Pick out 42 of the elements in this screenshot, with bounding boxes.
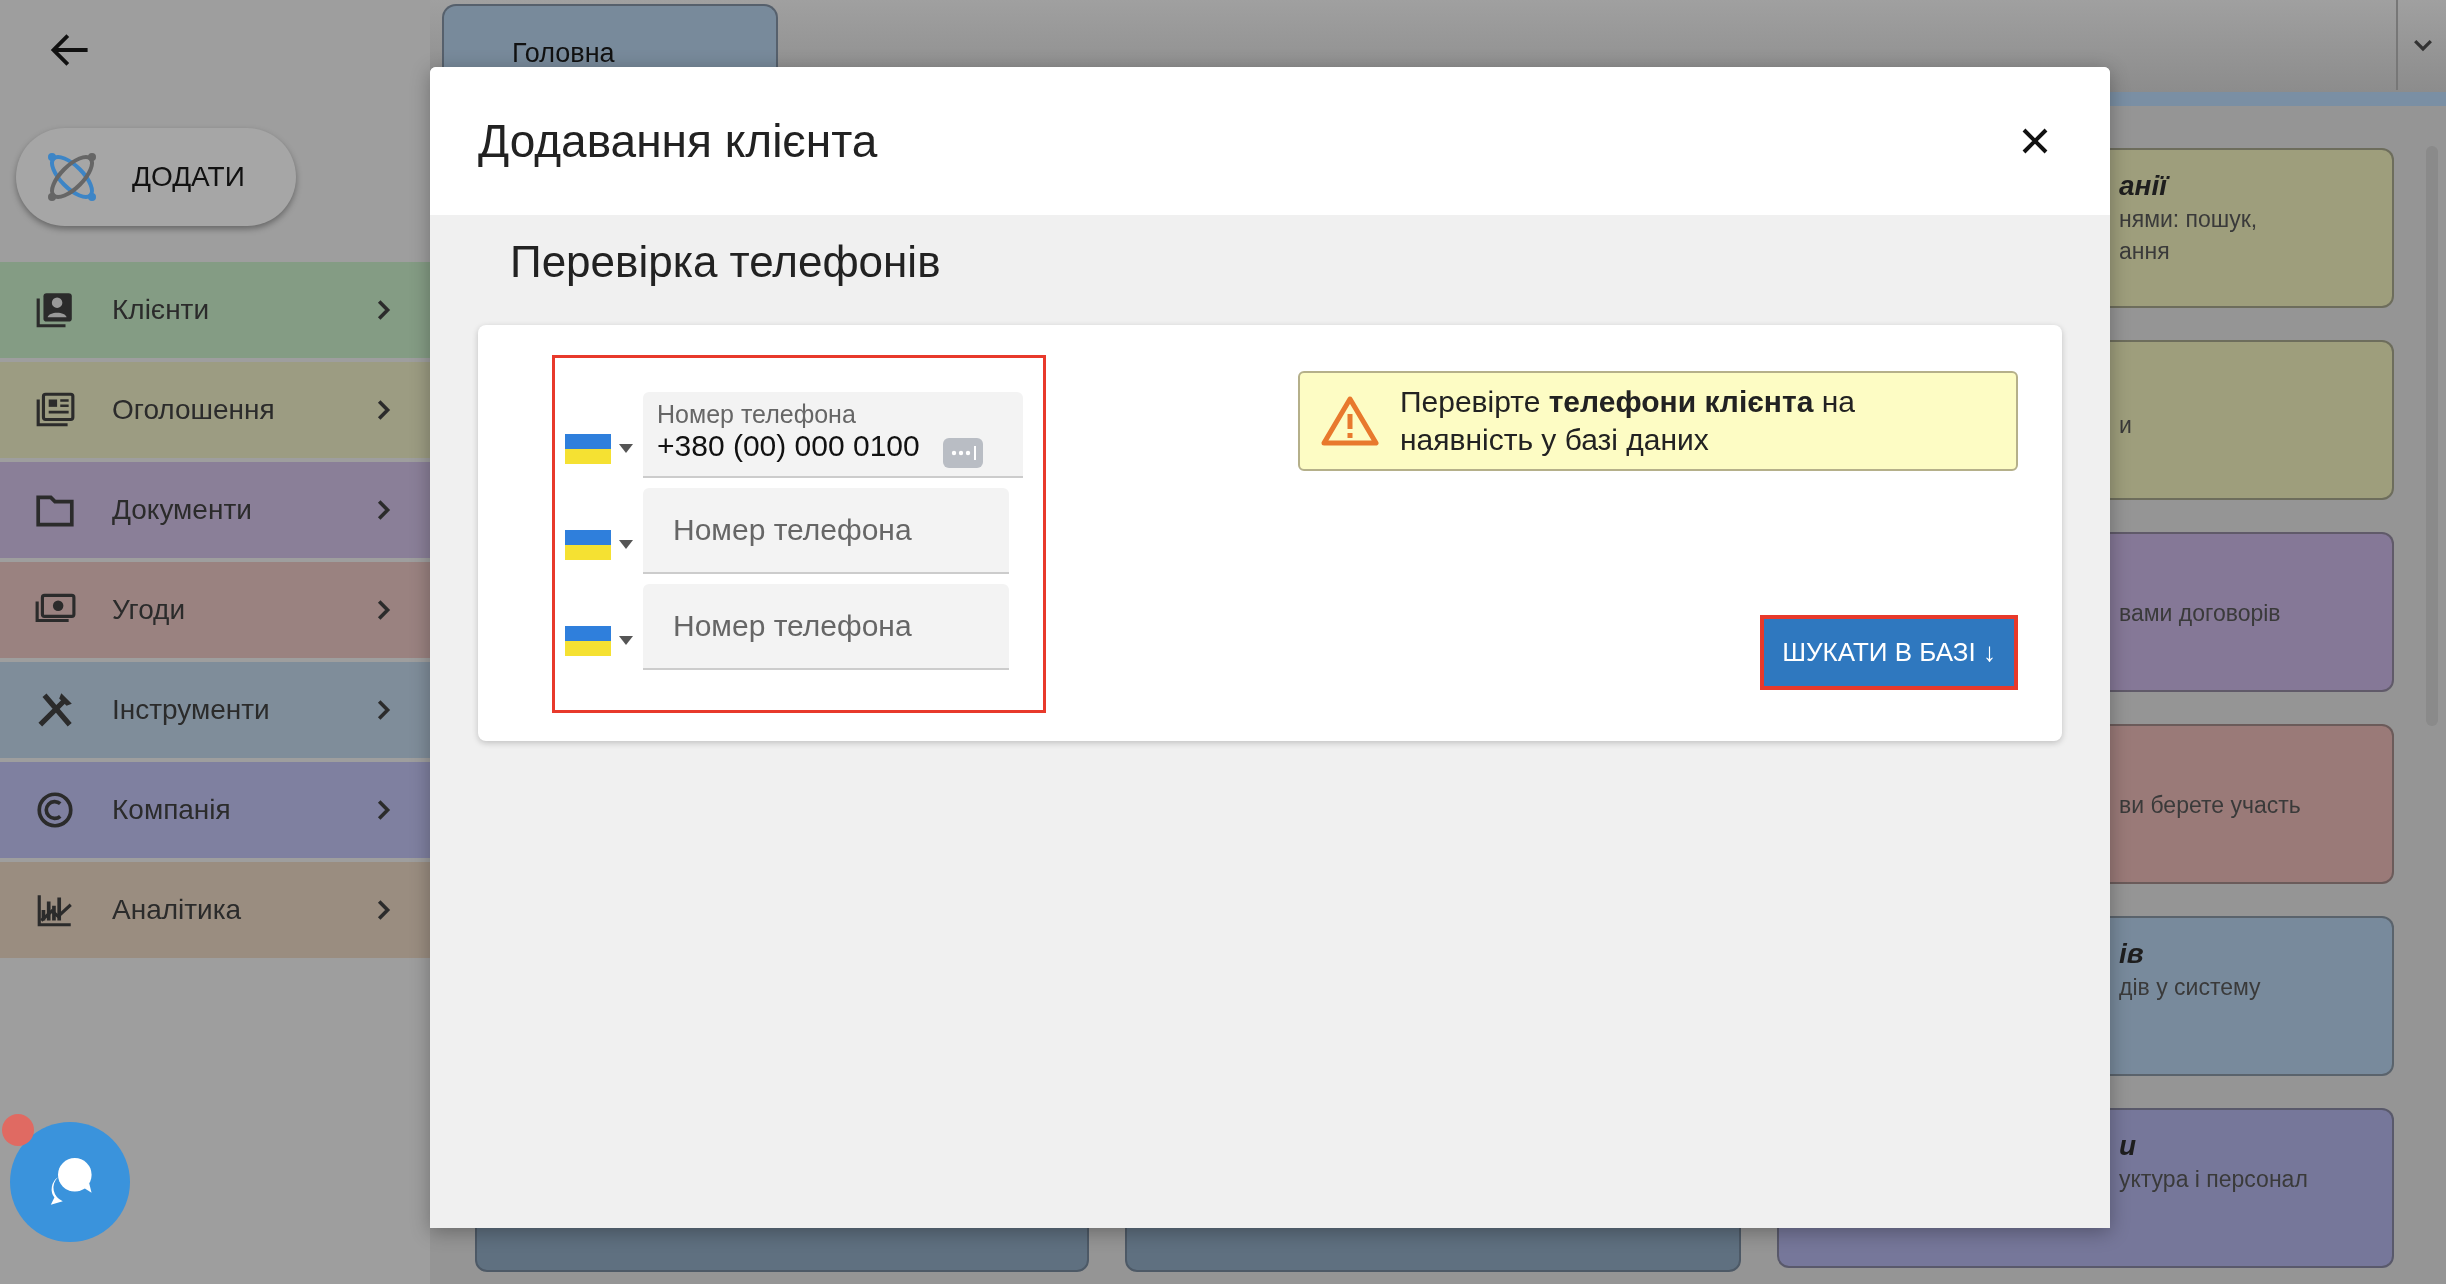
sidebar-item[interactable]: Документи — [0, 462, 430, 558]
sidebar-item[interactable]: Угоди — [0, 562, 430, 658]
card-title: анії — [2119, 170, 2171, 202]
card-text: и — [2119, 411, 2133, 440]
section-title: Перевірка телефонів — [510, 237, 942, 287]
dropdown-arrow-icon — [619, 540, 633, 550]
sidebar-item-label: Документи — [112, 494, 253, 526]
add-button[interactable]: ДОДАТИ — [16, 128, 296, 226]
close-icon[interactable] — [2020, 126, 2050, 156]
copyright-icon — [34, 789, 76, 831]
card-text: ви берете участь — [2119, 791, 2302, 820]
sidebar-item-label: Клієнти — [112, 294, 211, 326]
warning-text: Перевірте телефони клієнта на наявність у базі даних — [1400, 384, 1856, 458]
warning-icon — [1320, 395, 1380, 447]
sidebar-item-label: Інструменти — [112, 694, 271, 726]
sidebar-item[interactable]: Оголошення — [0, 362, 430, 458]
sidebar-item[interactable]: Компанія — [0, 762, 430, 858]
flag-icon — [565, 434, 611, 464]
card-text: уктура і персонал — [2119, 1165, 2309, 1194]
card-text: ання — [2119, 237, 2171, 266]
card-title: и — [2119, 1130, 2138, 1162]
search-button[interactable]: ШУКАТИ В БАЗІ ↓ — [1760, 615, 2018, 690]
card-title: ів — [2119, 938, 2145, 970]
flag-icon — [565, 530, 611, 560]
sidebar-item-label: Оголошення — [112, 394, 276, 426]
dropdown-arrow-icon — [619, 444, 633, 454]
card-text: нями: пошук, — [2119, 205, 2259, 234]
sidebar-item[interactable]: Аналітика — [0, 862, 430, 958]
card-text: вами договорів — [2119, 599, 2282, 628]
phone-field[interactable]: Номер телефона +380 (00) 000 0100 — [643, 392, 1023, 478]
phone-field[interactable]: Номер телефона — [643, 584, 1009, 670]
sidebar-item-label: Аналітика — [112, 894, 243, 926]
card-text: дів у систему — [2119, 973, 2262, 1002]
notification-dot — [2, 1114, 34, 1146]
dialog-title: Додавання клієнта — [478, 114, 878, 168]
sidebar-item[interactable]: Клієнти — [0, 262, 430, 358]
sidebar-item[interactable]: Інструменти — [0, 662, 430, 758]
dropdown-arrow-icon — [619, 636, 633, 646]
phone-field[interactable]: Номер телефона — [643, 488, 1009, 574]
sidebar-item-label: Компанія — [112, 794, 232, 826]
flag-icon — [565, 626, 611, 656]
sidebar-item-label: Угоди — [112, 594, 187, 626]
